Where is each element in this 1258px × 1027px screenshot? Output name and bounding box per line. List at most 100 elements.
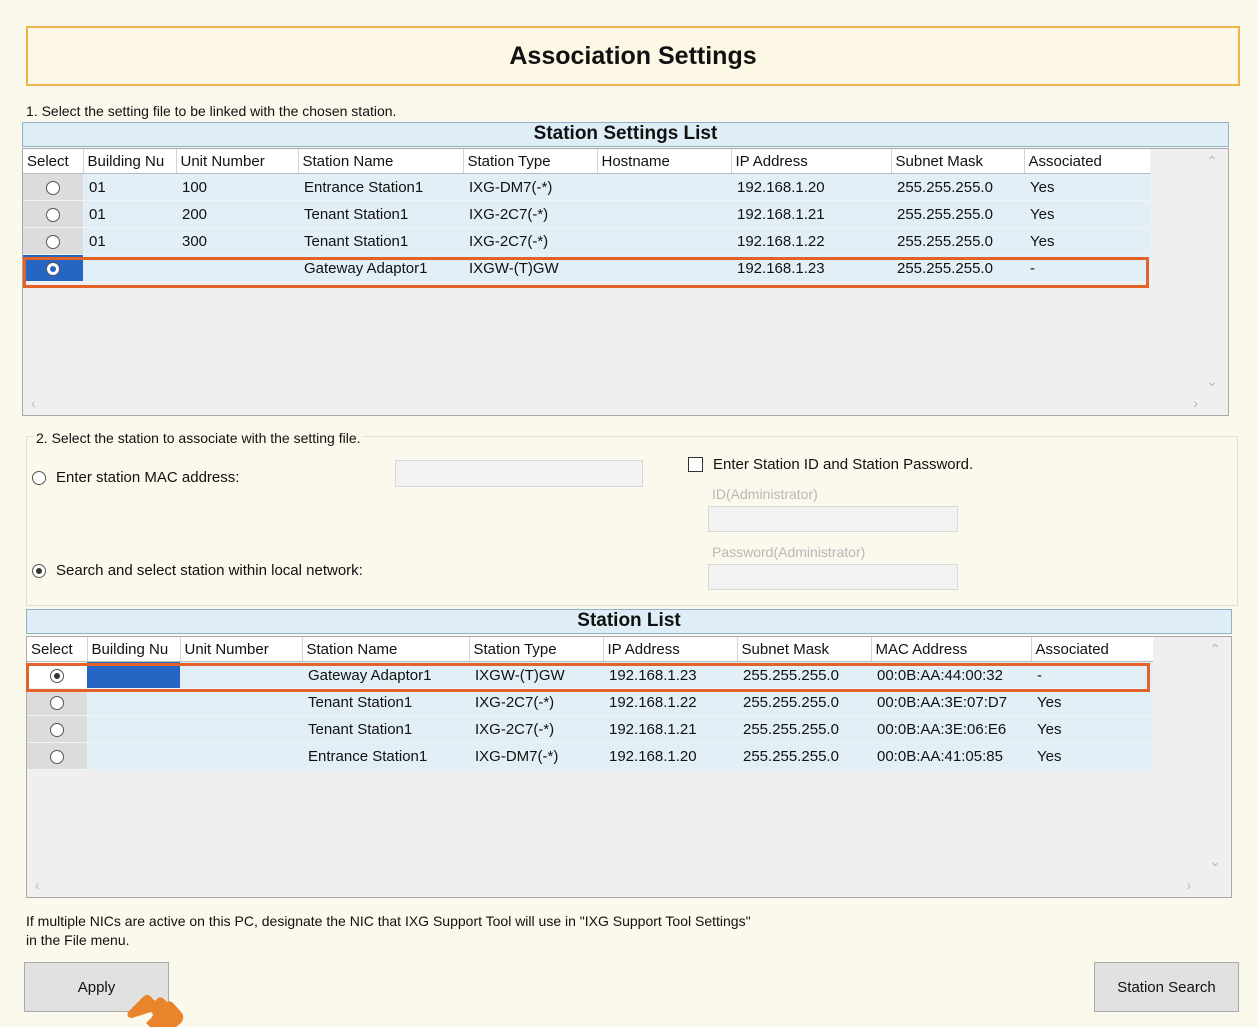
col-subnet[interactable]: Subnet Mask <box>737 637 872 662</box>
password-input[interactable] <box>708 564 958 590</box>
cell-name: Entrance Station1 <box>302 742 469 770</box>
row-select-radio[interactable] <box>23 173 83 201</box>
cell-name: Tenant Station1 <box>298 200 463 228</box>
scroll-up-icon[interactable]: ⌃ <box>1206 153 1218 170</box>
scroll-up-icon[interactable]: ⌃ <box>1209 641 1221 658</box>
table-row[interactable]: Entrance Station1 IXG-DM7(-*) 192.168.1.… <box>27 742 1153 770</box>
col-associated[interactable]: Associated <box>1024 149 1151 174</box>
horizontal-scrollbar[interactable]: ‹ › <box>27 875 1231 897</box>
id-password-label: Enter Station ID and Station Password. <box>713 456 974 473</box>
page-title: Association Settings <box>26 26 1240 86</box>
radio-icon <box>46 180 60 195</box>
id-input[interactable] <box>708 506 958 532</box>
cell-mask: 255.255.255.0 <box>737 688 871 716</box>
cell-associated: Yes <box>1031 742 1153 770</box>
radio-icon <box>32 470 46 485</box>
row-select-radio[interactable] <box>27 715 87 743</box>
checkbox-icon <box>688 457 703 472</box>
cell-associated: Yes <box>1024 200 1150 228</box>
selected-row-highlight <box>23 257 1149 288</box>
col-station-name[interactable]: Station Name <box>298 149 464 174</box>
table-row[interactable]: 01 100 Entrance Station1 IXG-DM7(-*) 192… <box>23 173 1150 201</box>
cell-type: IXG-2C7(-*) <box>469 688 603 716</box>
cell-building <box>87 688 180 716</box>
cell-name: Tenant Station1 <box>298 227 463 255</box>
cell-type: IXG-2C7(-*) <box>463 200 597 228</box>
cell-type: IXG-DM7(-*) <box>469 742 603 770</box>
row-select-radio[interactable] <box>23 200 83 228</box>
row-select-radio[interactable] <box>27 688 87 716</box>
table-row[interactable]: 01 300 Tenant Station1 IXG-2C7(-*) 192.1… <box>23 227 1150 255</box>
cell-mask: 255.255.255.0 <box>737 742 871 770</box>
id-label: ID(Administrator) <box>712 486 818 502</box>
cell-mask: 255.255.255.0 <box>891 200 1024 228</box>
cell-mac: 00:0B:AA:41:05:85 <box>871 742 1031 770</box>
cell-hostname <box>597 200 731 228</box>
col-hostname[interactable]: Hostname <box>597 149 732 174</box>
station-list-title: Station List <box>26 609 1232 634</box>
nic-note-line2: in the File menu. <box>26 932 130 948</box>
col-select[interactable]: Select <box>23 149 84 174</box>
cell-unit <box>180 742 302 770</box>
col-mac[interactable]: MAC Address <box>871 637 1032 662</box>
col-ip[interactable]: IP Address <box>731 149 892 174</box>
radio-selected-icon <box>32 563 46 578</box>
col-subnet[interactable]: Subnet Mask <box>891 149 1025 174</box>
cell-mask: 255.255.255.0 <box>891 227 1024 255</box>
station-table: Select Building Nu Unit Number Station N… <box>27 637 1154 770</box>
mac-address-input[interactable] <box>395 460 643 487</box>
station-search-button[interactable]: Station Search <box>1094 962 1239 1012</box>
cell-associated: Yes <box>1031 715 1153 743</box>
nic-note-line1: If multiple NICs are active on this PC, … <box>26 913 751 929</box>
col-associated[interactable]: Associated <box>1031 637 1154 662</box>
col-building[interactable]: Building Nu <box>83 149 177 174</box>
cell-building: 01 <box>83 173 176 201</box>
cell-name: Tenant Station1 <box>302 715 469 743</box>
cell-type: IXG-2C7(-*) <box>463 227 597 255</box>
pointing-hand-icon <box>127 994 184 1027</box>
mac-option[interactable]: Enter station MAC address: <box>32 469 239 486</box>
table-row[interactable]: Tenant Station1 IXG-2C7(-*) 192.168.1.22… <box>27 688 1153 716</box>
cell-ip: 192.168.1.22 <box>603 688 737 716</box>
scroll-down-icon[interactable]: ⌄ <box>1209 853 1221 870</box>
scroll-left-icon[interactable]: ‹ <box>31 395 36 411</box>
cell-unit <box>180 715 302 743</box>
cell-type: IXG-DM7(-*) <box>463 173 597 201</box>
id-password-option[interactable]: Enter Station ID and Station Password. <box>688 456 973 473</box>
horizontal-scrollbar[interactable]: ‹ › <box>23 393 1228 415</box>
cell-name: Tenant Station1 <box>302 688 469 716</box>
col-unit[interactable]: Unit Number <box>180 637 303 662</box>
cell-name: Entrance Station1 <box>298 173 463 201</box>
vertical-scrollbar[interactable]: ⌃ ⌄ <box>1150 149 1228 395</box>
cell-unit: 300 <box>176 227 298 255</box>
cell-building <box>87 715 180 743</box>
cell-building: 01 <box>83 200 176 228</box>
col-select[interactable]: Select <box>27 637 88 662</box>
scroll-left-icon[interactable]: ‹ <box>35 877 40 893</box>
step2-instruction: 2. Select the station to associate with … <box>34 430 363 446</box>
cell-associated: Yes <box>1024 227 1150 255</box>
scroll-right-icon[interactable]: › <box>1193 395 1198 411</box>
scroll-right-icon[interactable]: › <box>1186 877 1191 893</box>
col-station-type[interactable]: Station Type <box>463 149 598 174</box>
table-row[interactable]: 01 200 Tenant Station1 IXG-2C7(-*) 192.1… <box>23 200 1150 228</box>
cell-hostname <box>597 227 731 255</box>
col-building[interactable]: Building Nu <box>87 637 181 662</box>
row-select-radio[interactable] <box>23 227 83 255</box>
search-option[interactable]: Search and select station within local n… <box>32 562 363 579</box>
col-unit[interactable]: Unit Number <box>176 149 299 174</box>
radio-icon <box>46 234 60 249</box>
vertical-scrollbar[interactable]: ⌃ ⌄ <box>1153 637 1231 877</box>
row-select-radio[interactable] <box>27 742 87 770</box>
col-station-name[interactable]: Station Name <box>302 637 470 662</box>
col-ip[interactable]: IP Address <box>603 637 738 662</box>
cell-ip: 192.168.1.20 <box>603 742 737 770</box>
cell-ip: 192.168.1.20 <box>731 173 891 201</box>
radio-icon <box>46 207 60 222</box>
password-label: Password(Administrator) <box>712 544 866 560</box>
scroll-down-icon[interactable]: ⌄ <box>1206 373 1218 390</box>
col-station-type[interactable]: Station Type <box>469 637 604 662</box>
table-row[interactable]: Tenant Station1 IXG-2C7(-*) 192.168.1.21… <box>27 715 1153 743</box>
search-option-label: Search and select station within local n… <box>56 562 363 579</box>
cell-associated: Yes <box>1024 173 1150 201</box>
